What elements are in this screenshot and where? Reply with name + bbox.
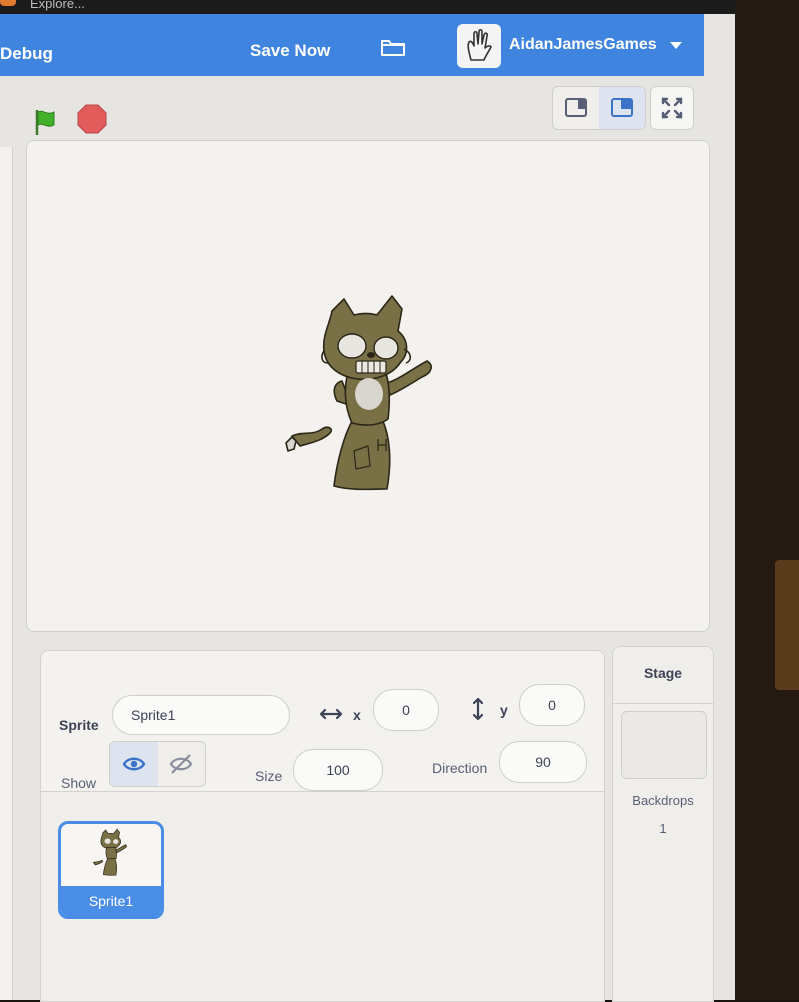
- y-position-value: 0: [548, 697, 556, 713]
- show-visible-button[interactable]: [110, 742, 158, 786]
- sprite-thumbnail: [92, 828, 127, 876]
- folder-icon[interactable]: [380, 37, 406, 57]
- direction-input[interactable]: 90: [499, 741, 587, 783]
- fullscreen-icon: [661, 97, 683, 119]
- direction-label: Direction: [432, 760, 488, 776]
- eye-hidden-icon: [169, 754, 193, 774]
- sprite-info-panel: Sprite Sprite1 x 0 y 0 Show Size 100 Dir…: [41, 651, 604, 792]
- large-stage-button[interactable]: [599, 87, 645, 129]
- size-value: 100: [326, 762, 350, 778]
- size-label: Size: [255, 768, 283, 784]
- stage-selector[interactable]: Stage Backdrops 1: [612, 646, 714, 1002]
- y-label: y: [500, 702, 508, 718]
- stop-icon[interactable]: [77, 104, 107, 134]
- debug-menu[interactable]: Debug: [0, 44, 53, 64]
- cat-sprite[interactable]: [282, 291, 442, 501]
- menu-bar: Debug Save Now AidanJamesGames: [0, 14, 704, 76]
- direction-value: 90: [535, 754, 551, 770]
- backdrop-thumbnail[interactable]: [621, 711, 707, 779]
- size-input[interactable]: 100: [293, 749, 383, 791]
- sprite-name-input[interactable]: Sprite1: [112, 695, 290, 735]
- x-label: x: [353, 707, 361, 723]
- y-position-icon: [472, 697, 484, 721]
- backdrops-count: 1: [659, 821, 667, 836]
- device-right-bezel: [735, 0, 799, 1000]
- fullscreen-button[interactable]: [650, 86, 694, 130]
- x-position-value: 0: [402, 702, 410, 718]
- backdrops-label: Backdrops: [632, 793, 694, 808]
- stage-canvas[interactable]: [26, 140, 710, 632]
- scratch-editor: Debug Save Now AidanJamesGames Sprite Sp…: [0, 14, 735, 1002]
- username[interactable]: AidanJamesGames: [509, 36, 657, 54]
- show-hidden-button[interactable]: [158, 742, 205, 786]
- sprite-name-value: Sprite1: [131, 707, 176, 723]
- sprite-tile-name: Sprite1: [61, 886, 161, 916]
- background-object: [775, 560, 799, 690]
- divider: [613, 703, 713, 704]
- small-stage-icon: [565, 98, 587, 117]
- device-top-bezel: Explore...: [0, 0, 735, 14]
- stage-size-toggle: [552, 86, 646, 130]
- blocks-area-edge: [0, 147, 13, 1000]
- y-position-input[interactable]: 0: [519, 684, 585, 726]
- chevron-down-icon[interactable]: [670, 42, 682, 49]
- x-position-icon: [319, 708, 343, 720]
- green-flag-icon[interactable]: [32, 107, 62, 137]
- small-stage-button[interactable]: [553, 87, 599, 129]
- browser-tab-label[interactable]: Explore...: [30, 0, 85, 11]
- user-avatar[interactable]: [457, 24, 501, 68]
- x-position-input[interactable]: 0: [373, 689, 439, 731]
- large-stage-icon: [611, 98, 633, 117]
- sprite-tile[interactable]: Sprite1: [58, 821, 164, 919]
- sprite-pane: Sprite Sprite1 x 0 y 0 Show Size 100 Dir…: [40, 650, 605, 1002]
- stage-title: Stage: [643, 665, 683, 681]
- show-label: Show: [61, 775, 97, 791]
- visibility-toggle: [109, 741, 206, 787]
- sprite-label: Sprite: [59, 717, 99, 733]
- save-now-button[interactable]: Save Now: [250, 41, 330, 61]
- browser-tab-favicon: [0, 0, 16, 6]
- eye-icon: [122, 757, 146, 771]
- hand-avatar-icon: [467, 28, 492, 61]
